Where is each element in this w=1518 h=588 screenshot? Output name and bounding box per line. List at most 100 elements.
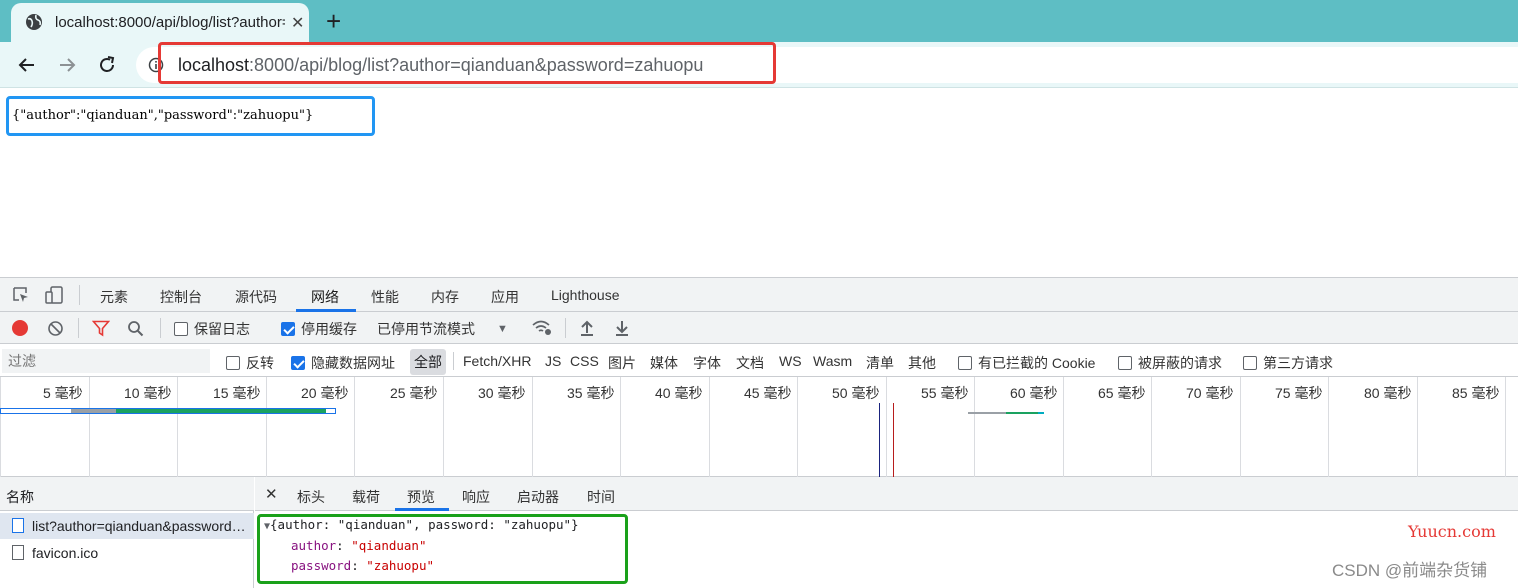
timeline-tick-label: 50 毫秒 [832, 385, 880, 401]
throttling-select[interactable]: 已停用节流模式 ▼ [377, 319, 508, 339]
detail-tab-initiator[interactable]: 启动器 [517, 487, 559, 507]
timeline-tick-label: 65 毫秒 [1098, 385, 1146, 401]
third-party-checkbox[interactable]: 第三方请求 [1243, 353, 1333, 373]
detail-tab-headers[interactable]: 标头 [297, 487, 325, 507]
detail-tab-preview[interactable]: 预览 [407, 487, 435, 507]
request-name: favicon.ico [32, 545, 99, 561]
disable-cache-label: 停用缓存 [301, 321, 357, 337]
tab-close-icon[interactable]: ✕ [291, 13, 304, 33]
request-row-favicon[interactable]: favicon.ico [0, 540, 254, 566]
detail-tab-timing[interactable]: 时间 [587, 487, 615, 507]
network-timeline-overview[interactable]: 5 毫秒 10 毫秒 15 毫秒 20 毫秒 25 毫秒 30 毫秒 35 毫秒… [0, 377, 1518, 477]
preserve-log-checkbox[interactable]: 保留日志 [174, 319, 250, 339]
forward-icon[interactable] [52, 50, 82, 80]
clear-icon[interactable] [47, 320, 64, 337]
browser-tab[interactable]: localhost:8000/api/blog/list?author=qian… [11, 3, 309, 42]
tab-network[interactable]: 网络 [311, 287, 339, 307]
type-filter-wasm[interactable]: Wasm [813, 353, 852, 369]
type-filter-ws[interactable]: WS [779, 353, 802, 369]
reload-icon[interactable] [92, 50, 122, 80]
timeline-tick-label: 5 毫秒 [43, 385, 83, 401]
back-icon[interactable] [12, 50, 42, 80]
url-highlight-box [158, 42, 776, 84]
load-event-marker [893, 403, 894, 477]
record-icon[interactable] [12, 320, 28, 336]
author-watermark: CSDN @前端杂货铺 [1332, 561, 1488, 580]
disable-cache-checkbox[interactable]: 停用缓存 [281, 319, 357, 339]
hide-data-urls-checkbox[interactable]: 隐藏数据网址 [291, 353, 395, 373]
search-icon[interactable] [127, 320, 144, 337]
type-filter-all[interactable]: 全部 [410, 349, 446, 375]
detail-tab-response[interactable]: 响应 [462, 487, 490, 507]
checkbox-box[interactable] [958, 356, 972, 370]
timeline-tick-label: 25 毫秒 [390, 385, 438, 401]
timeline-tick [0, 377, 1, 477]
request-bar-download [1006, 412, 1038, 414]
blocked-cookies-checkbox[interactable]: 有已拦截的 Cookie [958, 353, 1095, 373]
network-toolbar: 保留日志 停用缓存 已停用节流模式 ▼ [0, 312, 1518, 344]
site-watermark: Yuucn.com [1408, 522, 1496, 541]
tab-elements[interactable]: 元素 [100, 287, 128, 307]
close-detail-icon[interactable]: ✕ [265, 485, 278, 503]
tab-application[interactable]: 应用 [491, 287, 519, 307]
request-bar-download [116, 409, 326, 413]
timeline-tick-label: 30 毫秒 [478, 385, 526, 401]
filter-input[interactable] [2, 349, 210, 373]
tab-lighthouse[interactable]: Lighthouse [551, 287, 620, 303]
checkbox-box[interactable] [226, 356, 240, 370]
checkbox-box[interactable] [1243, 356, 1257, 370]
request-row-list[interactable]: list?author=qianduan&password=zahuopu [0, 513, 254, 539]
checkbox-box[interactable] [174, 322, 188, 336]
timeline-tick [1328, 377, 1329, 477]
name-column-header[interactable]: 名称 [0, 477, 254, 511]
timeline-tick [177, 377, 178, 477]
type-filter-other[interactable]: 其他 [908, 353, 936, 373]
name-column-label: 名称 [6, 489, 34, 505]
type-filter-doc[interactable]: 文档 [736, 353, 764, 373]
timeline-tick-label: 80 毫秒 [1364, 385, 1412, 401]
timeline-tick [1505, 377, 1506, 477]
type-filter-css[interactable]: CSS [570, 353, 599, 369]
request-bar-selected[interactable] [0, 408, 336, 414]
type-filter-manifest[interactable]: 清单 [866, 353, 894, 373]
timeline-tick-label: 15 毫秒 [213, 385, 261, 401]
tab-performance[interactable]: 性能 [371, 287, 399, 307]
upload-icon[interactable] [579, 319, 595, 337]
request-bar-waiting [71, 409, 116, 413]
tab-console[interactable]: 控制台 [160, 287, 202, 307]
throttling-label: 已停用节流模式 [377, 321, 475, 337]
active-detail-tab-indicator [395, 508, 449, 511]
timeline-tick-label: 35 毫秒 [567, 385, 615, 401]
device-toolbar-icon[interactable] [44, 285, 64, 305]
filter-bar: 反转 隐藏数据网址 全部 Fetch/XHR JS CSS 图片 媒体 字体 文… [0, 345, 1518, 377]
request-bar-content [1038, 412, 1044, 414]
tab-strip: localhost:8000/api/blog/list?author=qian… [0, 0, 1518, 42]
download-icon[interactable] [614, 319, 630, 337]
type-filter-font[interactable]: 字体 [693, 353, 721, 373]
timeline-tick-label: 75 毫秒 [1275, 385, 1323, 401]
request-name: list?author=qianduan&password=zahuopu [32, 518, 250, 534]
timeline-tick-label: 85 毫秒 [1452, 385, 1500, 401]
detail-tab-payload[interactable]: 载荷 [352, 487, 380, 507]
checkbox-box[interactable] [1118, 356, 1132, 370]
new-tab-icon[interactable]: + [326, 6, 341, 37]
filter-icon[interactable] [92, 320, 110, 337]
invert-checkbox[interactable]: 反转 [226, 353, 274, 373]
timeline-tick [354, 377, 355, 477]
type-filter-fetch-xhr[interactable]: Fetch/XHR [463, 353, 531, 369]
separator [453, 352, 454, 370]
checkbox-box[interactable] [291, 356, 305, 370]
separator [78, 318, 79, 338]
timeline-tick [1240, 377, 1241, 477]
timeline-tick-label: 45 毫秒 [744, 385, 792, 401]
type-filter-img[interactable]: 图片 [608, 353, 636, 373]
type-filter-js[interactable]: JS [545, 353, 561, 369]
checkbox-box[interactable] [281, 322, 295, 336]
blocked-requests-checkbox[interactable]: 被屏蔽的请求 [1118, 353, 1222, 373]
timeline-tick [1151, 377, 1152, 477]
tab-sources[interactable]: 源代码 [235, 287, 277, 307]
network-conditions-icon[interactable] [531, 319, 553, 337]
type-filter-media[interactable]: 媒体 [650, 353, 678, 373]
inspect-icon[interactable] [12, 286, 30, 304]
tab-memory[interactable]: 内存 [431, 287, 459, 307]
